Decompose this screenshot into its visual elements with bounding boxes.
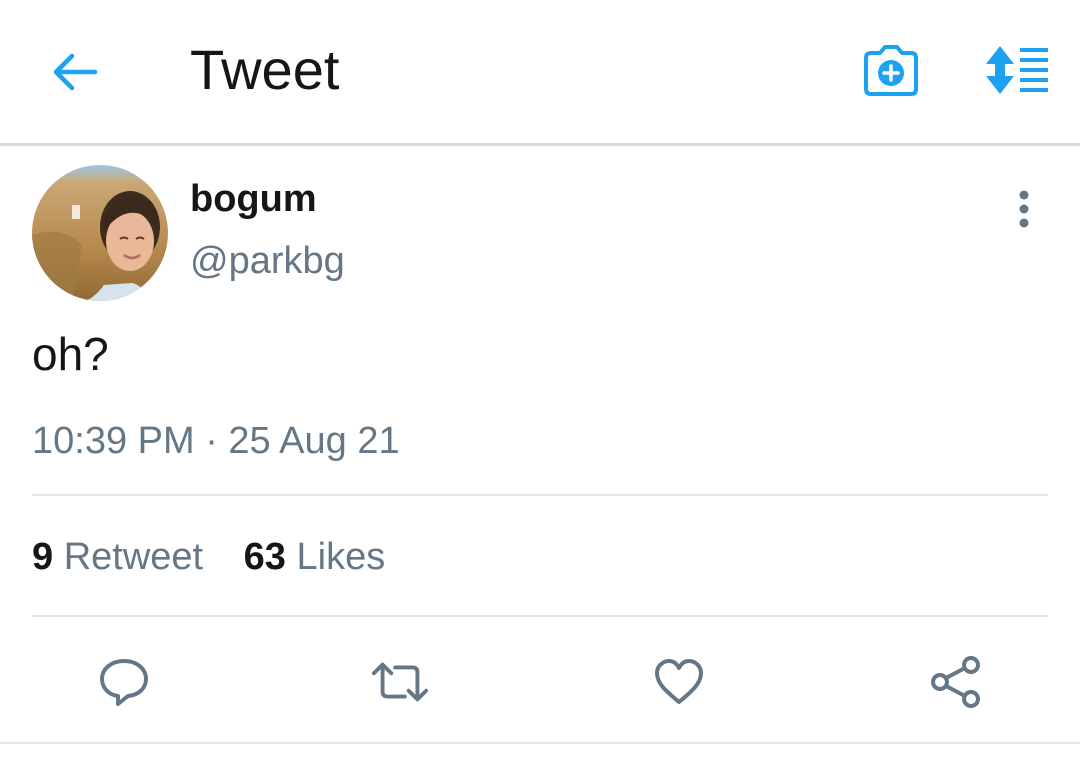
camera-plus-icon <box>864 45 918 96</box>
likes-count: 63 <box>243 536 286 578</box>
like-button[interactable] <box>649 652 709 712</box>
likes-stat[interactable]: 63 Likes <box>244 534 386 580</box>
retweets-count: 9 <box>32 536 54 578</box>
engagement-stats: 9 Retweet 63 Likes <box>32 534 385 580</box>
avatar[interactable] <box>32 165 168 301</box>
sort-list-icon <box>986 46 1048 94</box>
divider <box>32 494 1048 496</box>
tweet-detail-screen: Tweet bogum @parkbg oh? 10:39 PM · 25 Au… <box>0 0 1080 761</box>
top-app-bar: Tweet <box>0 0 1080 143</box>
retweets-stat[interactable]: 9 Retweet <box>32 534 203 580</box>
likes-label: Likes <box>296 536 386 578</box>
heart-icon <box>655 659 703 704</box>
author-display-name[interactable]: bogum <box>190 176 317 222</box>
divider <box>0 742 1080 744</box>
sort-replies-button[interactable] <box>980 40 1056 100</box>
share-button[interactable] <box>926 652 986 712</box>
tweet-text: oh? <box>32 328 109 380</box>
divider <box>32 615 1048 617</box>
reply-icon <box>100 659 148 706</box>
share-icon <box>931 656 980 708</box>
retweet-button[interactable] <box>370 652 430 712</box>
more-vertical-icon <box>1019 190 1029 228</box>
tweet-timestamp: 10:39 PM · 25 Aug 21 <box>32 420 400 462</box>
arrow-left-icon <box>53 53 97 91</box>
reply-button[interactable] <box>94 652 154 712</box>
back-button[interactable] <box>44 42 104 102</box>
author-handle[interactable]: @parkbg <box>190 238 345 284</box>
page-title: Tweet <box>190 38 340 101</box>
more-options-button[interactable] <box>1002 186 1046 232</box>
header-divider <box>0 143 1080 146</box>
compose-camera-button[interactable] <box>858 40 924 102</box>
retweets-label: Retweet <box>63 536 204 578</box>
retweet-icon <box>371 662 429 702</box>
